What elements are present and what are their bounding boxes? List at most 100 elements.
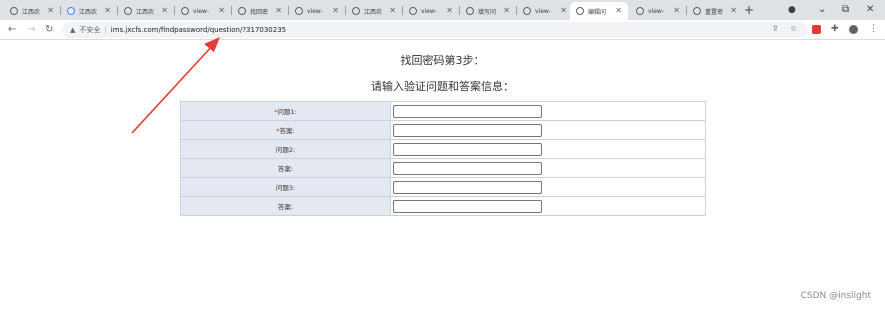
tab-label: view- [421,7,437,15]
form-row: *问题1: [180,101,706,121]
question-2-label-cell: 问题2: [180,139,391,159]
share-icon[interactable]: ⇪ [772,24,779,34]
close-icon[interactable]: ✕ [560,6,567,16]
watermark: CSDN @inslight [800,291,871,301]
answer-3-input[interactable] [393,199,542,213]
tab-label: 重置密 [705,8,724,16]
restore-button[interactable]: ⧉ [842,3,849,17]
question-3-label: 问题3: [275,184,296,192]
globe-icon [409,7,417,15]
tab-label: 江西农 [22,8,41,16]
separator: | [104,26,107,34]
globe-icon [523,7,531,15]
close-icon[interactable]: ✕ [673,6,680,16]
globe-icon [295,7,303,15]
globe-icon [238,7,246,15]
globe-icon [352,7,360,15]
tab[interactable]: view- ✕ [289,2,345,20]
globe-icon [10,7,18,15]
star-icon[interactable]: ☆ [790,24,797,34]
close-icon[interactable]: ✕ [332,6,339,16]
answer-3-label: 答案: [277,203,294,211]
tab-label: 江西农 [136,8,155,16]
globe-icon [466,7,474,15]
close-icon[interactable]: ✕ [503,6,510,16]
close-icon[interactable]: ✕ [615,6,622,16]
close-window-button[interactable]: ✕ [866,3,874,17]
address-bar[interactable]: ▲ 不安全 | ims.jxcfs.com/findpassword/quest… [62,22,808,38]
close-icon[interactable]: ✕ [161,6,168,16]
globe-icon [181,7,189,15]
minimize-button[interactable]: ⌄ [818,3,826,17]
tab[interactable]: 江西农 ✕ [346,2,402,20]
tab[interactable]: view- ✕ [630,2,686,20]
page-subtitle: 请输入验证问题和答案信息： [371,80,514,93]
profile-dot-icon[interactable]: ● [788,3,796,17]
warning-icon: ▲ [70,26,76,34]
reload-button[interactable]: ↻ [45,23,53,37]
tab-label: 江西农 [364,8,383,16]
app-icon [67,7,75,15]
tab-active[interactable]: 编辑问 ✕ [570,2,628,20]
tab-label: 填写问 [478,8,497,16]
tab[interactable]: view- ✕ [175,2,231,20]
tab-strip: 江西农 ✕ 江西农 ✕ 江西农 ✕ view- ✕ 找回密 ✕ view- ✕ 江西农 ✕ v… [0,0,885,20]
tab[interactable]: view- ✕ [403,2,459,20]
answer-2-label-cell: 答案: [180,158,391,178]
answer-1-input[interactable] [393,123,542,137]
close-icon[interactable]: ✕ [389,6,396,16]
form-row: 答案: [180,158,706,178]
tab[interactable]: 江西农 ✕ [61,2,117,20]
tab-label: 找回密 [250,8,269,16]
menu-icon[interactable]: ⋮ [869,24,878,34]
tab-label: view- [193,7,209,15]
tab-label: 编辑问 [588,8,607,16]
answer-2-label: 答案: [277,165,294,173]
answer-2-input[interactable] [393,161,542,175]
form-row: 问题3: [180,177,706,197]
tab-label: view- [648,7,664,15]
globe-icon [693,7,701,15]
question-1-label: 问题1: [277,108,297,116]
tab-label: view- [535,7,551,15]
close-icon[interactable]: ✕ [104,6,111,16]
answer-3-label-cell: 答案: [180,196,391,216]
tab[interactable]: 江西农 ✕ [4,2,60,20]
tab[interactable]: view- ✕ [517,2,573,20]
close-icon[interactable]: ✕ [47,6,54,16]
tab[interactable]: 找回密 ✕ [232,2,288,20]
globe-icon [576,7,584,15]
avatar[interactable] [849,25,858,34]
puzzle-icon[interactable]: ✚ [831,24,839,34]
back-button[interactable]: ← [8,23,16,37]
question-3-label-cell: 问题3: [180,177,391,197]
answer-1-label-cell: *答案: [180,120,391,140]
globe-icon [124,7,132,15]
form-row: 答案: [180,196,706,216]
tab[interactable]: 重置密 ✕ [687,2,743,20]
extension-icon[interactable] [812,25,821,34]
forward-button[interactable]: → [27,23,35,37]
close-icon[interactable]: ✕ [218,6,225,16]
question-2-label: 问题2: [275,146,296,154]
close-icon[interactable]: ✕ [730,6,737,16]
globe-icon [636,7,644,15]
question-2-input[interactable] [393,142,542,156]
answer-1-label: 答案: [279,127,295,135]
tab[interactable]: 填写问 ✕ [460,2,516,20]
new-tab-button[interactable]: + [744,3,754,17]
url-text: ims.jxcfs.com/findpassword/question/?317… [110,26,287,34]
insecure-label: 不安全 [79,26,101,34]
tab[interactable]: 江西农 ✕ [118,2,174,20]
question-1-input[interactable] [393,104,542,118]
form-row: 问题2: [180,139,706,159]
browser-toolbar: ← → ↻ ▲ 不安全 | ims.jxcfs.com/findpassword… [0,20,885,40]
form-row: *答案: [180,120,706,140]
page-title: 找回密码第3步： [400,54,485,67]
tab-label: 江西农 [79,8,98,16]
tab-label: view- [307,7,323,15]
question-3-input[interactable] [393,180,542,194]
question-form: *问题1: *答案: 问题2: 答案: 问题3: 答案: [180,101,706,216]
close-icon[interactable]: ✕ [275,6,282,16]
close-icon[interactable]: ✕ [446,6,453,16]
